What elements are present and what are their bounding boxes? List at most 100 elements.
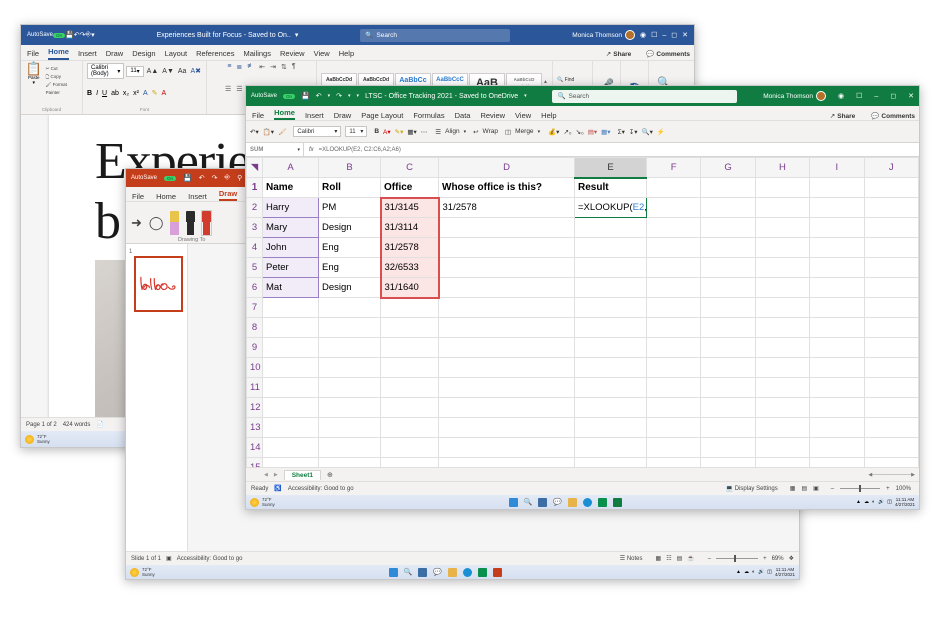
tray-expand-icon[interactable]: ▲ (736, 569, 741, 575)
paste-button[interactable]: 📋 Paste ▾ (25, 63, 43, 86)
word-menu-layout[interactable]: Layout (165, 49, 188, 60)
pen-red[interactable] (202, 211, 211, 235)
avatar[interactable] (816, 91, 826, 101)
column-header-h[interactable]: H (755, 158, 809, 178)
cell-empty[interactable] (381, 358, 439, 378)
sort-icon[interactable]: ⇅ (281, 63, 287, 71)
cell-f1[interactable] (647, 178, 701, 198)
cell-empty[interactable] (439, 338, 575, 358)
row-header-10[interactable]: 10 (247, 358, 263, 378)
cell-empty[interactable] (810, 378, 864, 398)
row-header-14[interactable]: 14 (247, 438, 263, 458)
cell-e5[interactable] (575, 258, 647, 278)
sheet-tab-sheet1[interactable]: Sheet1 (284, 470, 321, 480)
onedrive-icon[interactable]: ☁ (864, 499, 869, 505)
cell-empty[interactable] (701, 298, 755, 318)
table-row[interactable]: 13 (247, 418, 919, 438)
excel-taskbar-icon[interactable] (613, 498, 622, 507)
ppt-slide-thumbnail[interactable] (134, 256, 183, 312)
excel-menu-formulas[interactable]: Formulas (413, 111, 444, 120)
strikethrough-icon[interactable]: ab (111, 90, 119, 97)
cell-empty[interactable] (755, 378, 809, 398)
cell-empty[interactable] (755, 358, 809, 378)
merge-icon[interactable]: ◫ (505, 128, 511, 136)
format-painter-icon[interactable]: 🖌 (278, 128, 286, 136)
minimize-icon[interactable]: – (662, 32, 666, 39)
cell-e2-formula[interactable]: =XLOOKUP(E2, C2:C6,A2;A6) (575, 198, 647, 218)
cell-empty[interactable] (381, 378, 439, 398)
superscript-icon[interactable]: x² (133, 90, 139, 97)
wifi-icon[interactable]: ◐ (872, 499, 875, 505)
increase-indent-icon[interactable]: ⇥ (270, 63, 276, 71)
row-header-7[interactable]: 7 (247, 298, 263, 318)
cell-d2[interactable]: 31/2578 (439, 198, 575, 218)
ppt-menu-insert[interactable]: Insert (188, 192, 207, 201)
redo-icon[interactable]: ↷ (212, 174, 218, 182)
zoom-slider-handle[interactable] (734, 555, 736, 562)
cell-empty[interactable] (864, 398, 918, 418)
ppt-menu-draw[interactable]: Draw (219, 189, 237, 201)
cell-empty[interactable] (381, 338, 439, 358)
taskbar-search-icon[interactable]: 🔍 (404, 568, 413, 576)
cell-g4[interactable] (701, 238, 755, 258)
ribbon-options-icon[interactable]: ◉ (640, 31, 646, 39)
excel-formula-input[interactable]: =XLOOKUP(E2, C2:C6,A2;A6) (319, 147, 401, 153)
excel-menu-review[interactable]: Review (480, 111, 505, 120)
undo-icon[interactable]: ↶ (316, 92, 322, 100)
cell-f6[interactable] (647, 278, 701, 298)
cell-empty[interactable] (647, 358, 701, 378)
select-all-corner[interactable]: ◥ (247, 158, 263, 178)
onedrive-icon[interactable]: ☁ (744, 569, 749, 575)
cell-empty[interactable] (319, 378, 381, 398)
page-view-icon[interactable]: 📄 (96, 421, 103, 428)
excel-name-box[interactable]: SUM ▾ (246, 143, 304, 156)
align-center-icon[interactable]: ☰ (236, 85, 242, 93)
cell-empty[interactable] (810, 358, 864, 378)
cell-empty[interactable] (319, 458, 381, 468)
ppt-taskbar[interactable]: 72°F Sunny 🔍 💬 ▲ ☁ ◐ 🔊 ◫ 11:11 AM 4/27/2… (126, 565, 799, 579)
file-explorer-icon[interactable] (568, 498, 577, 507)
excel-menu-page-layout[interactable]: Page Layout (361, 111, 403, 120)
copy-button[interactable]: 🗋 Copy (46, 73, 78, 81)
word-menu-design[interactable]: Design (132, 49, 155, 60)
cell-empty[interactable] (381, 438, 439, 458)
column-header-e[interactable]: E (575, 158, 647, 178)
word-search-box[interactable]: 🔍 Search (360, 29, 510, 42)
cell-i1[interactable] (810, 178, 864, 198)
column-header-c[interactable]: C (381, 158, 439, 178)
change-case-icon[interactable]: Aa (177, 68, 188, 75)
task-view-icon[interactable] (538, 498, 547, 507)
cell-empty[interactable] (319, 338, 381, 358)
ppt-autosave-toggle[interactable]: On (164, 176, 176, 181)
excel-menu-view[interactable]: View (515, 111, 531, 120)
decrease-decimal-icon[interactable]: ↘₀ (576, 128, 584, 136)
cell-i5[interactable] (810, 258, 864, 278)
taskbar-apps[interactable]: 🔍 💬 (509, 498, 622, 507)
word-share-button[interactable]: ↗ Share (606, 50, 632, 60)
column-header-j[interactable]: J (864, 158, 918, 178)
cell-empty[interactable] (755, 438, 809, 458)
cell-empty[interactable] (701, 438, 755, 458)
underline-icon[interactable]: U (102, 90, 107, 97)
cell-empty[interactable] (263, 418, 319, 438)
view-page-layout-icon[interactable]: ▤ (801, 485, 807, 492)
zoom-in-icon[interactable]: + (886, 486, 890, 492)
cell-empty[interactable] (864, 418, 918, 438)
save-icon[interactable]: 💾 (183, 174, 192, 182)
subscript-icon[interactable]: x₂ (123, 90, 129, 97)
cell-b5[interactable]: Eng (319, 258, 381, 278)
cell-j6[interactable] (864, 278, 918, 298)
word-title-bar[interactable]: AutoSave On 💾 ↶ ↷ ⎆ ▾ Experiences Built … (21, 25, 694, 45)
volume-icon[interactable]: 🔊 (758, 569, 764, 575)
table-row[interactable]: 11 (247, 378, 919, 398)
column-header-d[interactable]: D (439, 158, 575, 178)
fit-slide-icon[interactable]: ❖ (789, 555, 794, 562)
edge-icon[interactable] (463, 568, 472, 577)
cell-empty[interactable] (575, 398, 647, 418)
cell-e1[interactable]: Result (575, 178, 647, 198)
align-label[interactable]: Align (445, 128, 459, 135)
cell-empty[interactable] (864, 458, 918, 468)
table-row[interactable]: 9 (247, 338, 919, 358)
column-header-a[interactable]: A (263, 158, 319, 178)
multilevel-list-icon[interactable]: ≢ (247, 63, 254, 71)
